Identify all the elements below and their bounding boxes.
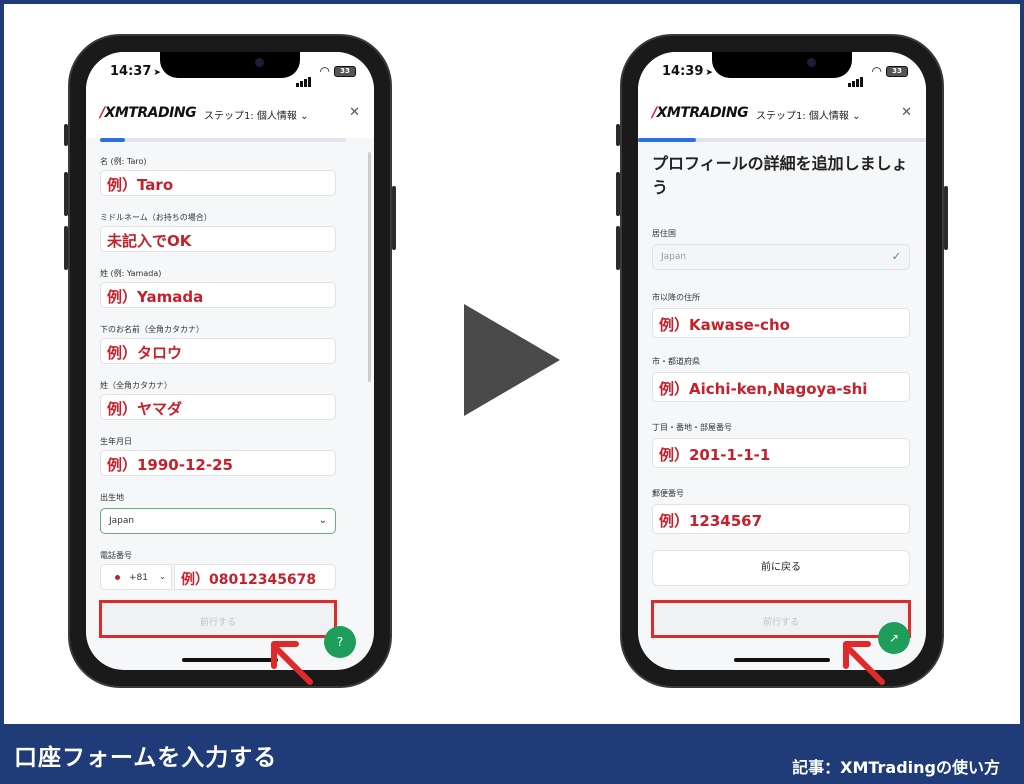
country-select[interactable]: Japan ✓ [652,244,910,270]
app-header: /XMTRADING ステップ1: 個人情報 ⌄ ✕ [638,88,926,138]
help-chat-icon[interactable]: ? [324,626,356,658]
left-phone: 14:37 ➤ ◠ 33 /XMTRADING ステップ1: 個人情報 ⌄ ✕ 名… [64,34,396,688]
field-label: 生年月日 [100,437,132,446]
step-dropdown[interactable]: ステップ1: 個人情報 ⌄ [756,107,861,122]
field-label: 居住国 [652,229,676,238]
signal-icon [848,68,864,87]
wifi-icon: ◠ [319,64,330,78]
street-number-input[interactable]: 例）201-1-1-1 [652,438,910,468]
country-code-select[interactable]: +81 ⌄ [100,564,172,590]
field-label: 下のお名前（全角カタカナ） [100,325,204,334]
page-title: プロフィールの詳細を追加しましょう [652,154,908,197]
scrollbar[interactable] [368,152,371,382]
progress-bar [100,138,346,142]
first-name-kana-input[interactable]: 例）タロウ [100,338,336,364]
red-pointer-arrow-icon [271,641,313,685]
app-header: /XMTRADING ステップ1: 個人情報 ⌄ ✕ [86,88,374,138]
status-time: 14:37 ➤ [110,64,161,79]
postal-code-input[interactable]: 例）1234567 [652,504,910,534]
first-name-input[interactable]: 例）Taro [100,170,336,196]
progress-bar [638,138,926,142]
right-phone: 14:39 ➤ ◠ 33 /XMTRADING ステップ1: 個人情報 ⌄ ✕ プ… [616,34,948,688]
chevron-down-icon: ⌄ [300,111,309,122]
right-screen: 14:39 ➤ ◠ 33 /XMTRADING ステップ1: 個人情報 ⌄ ✕ プ… [638,52,926,670]
notch [160,52,300,78]
notch [712,52,852,78]
wifi-icon: ◠ [871,64,882,78]
bottom-banner: 口座フォームを入力する 記事：XMTradingの使い方 [0,724,1024,784]
play-arrow-icon [464,304,560,416]
field-label: 姓（全角カタカナ） [100,381,172,390]
proceed-button[interactable]: 前行する [651,600,911,638]
birthdate-input[interactable]: 例）1990-12-25 [100,450,336,476]
banner-title: 口座フォームを入力する [14,745,278,771]
xm-logo: /XMTRADING [100,105,197,121]
close-icon[interactable]: ✕ [349,105,360,120]
field-label: 名 (例: Taro) [100,157,147,166]
field-label: 郵便番号 [652,489,684,498]
field-label: 丁目・番地・部屋番号 [652,423,732,432]
field-label: 市以降の住所 [652,293,700,302]
field-label: ミドルネーム（お持ちの場合） [100,213,212,222]
step-dropdown[interactable]: ステップ1: 個人情報 ⌄ [204,107,309,122]
field-label: 電話番号 [100,551,132,560]
banner-credit: 記事：XMTradingの使い方 [792,758,1000,777]
last-name-kana-input[interactable]: 例）ヤマダ [100,394,336,420]
middle-name-input[interactable]: 未記入でOK [100,226,336,252]
red-pointer-arrow-icon [843,641,885,685]
city-prefecture-input[interactable]: 例）Aichi-ken,Nagoya-shi [652,372,910,402]
field-label: 出生地 [100,493,124,502]
proceed-button[interactable]: 前行する [99,600,337,638]
last-name-input[interactable]: 例）Yamada [100,282,336,308]
back-button[interactable]: 前に戻る [652,550,910,586]
check-icon: ✓ [891,250,901,263]
chevron-down-icon: ⌄ [852,111,861,122]
birthplace-select[interactable]: Japan ⌄ [100,508,336,534]
left-screen: 14:37 ➤ ◠ 33 /XMTRADING ステップ1: 個人情報 ⌄ ✕ 名… [86,52,374,670]
address-line-input[interactable]: 例）Kawase-cho [652,308,910,338]
battery-icon: 33 [886,66,908,77]
close-icon[interactable]: ✕ [901,105,912,120]
battery-icon: 33 [334,66,356,77]
xm-logo: /XMTRADING [652,105,749,121]
chevron-down-icon: ⌄ [159,572,166,581]
home-indicator [734,658,830,662]
field-label: 姓 (例: Yamada) [100,269,162,278]
chevron-down-icon: ⌄ [318,515,327,526]
japan-flag-icon [115,575,120,580]
phone-number-input[interactable]: 例）08012345678 [174,564,336,590]
signal-icon [296,68,312,87]
field-label: 市・都道府県 [652,357,700,366]
status-time: 14:39 ➤ [662,64,713,79]
home-indicator [182,658,278,662]
